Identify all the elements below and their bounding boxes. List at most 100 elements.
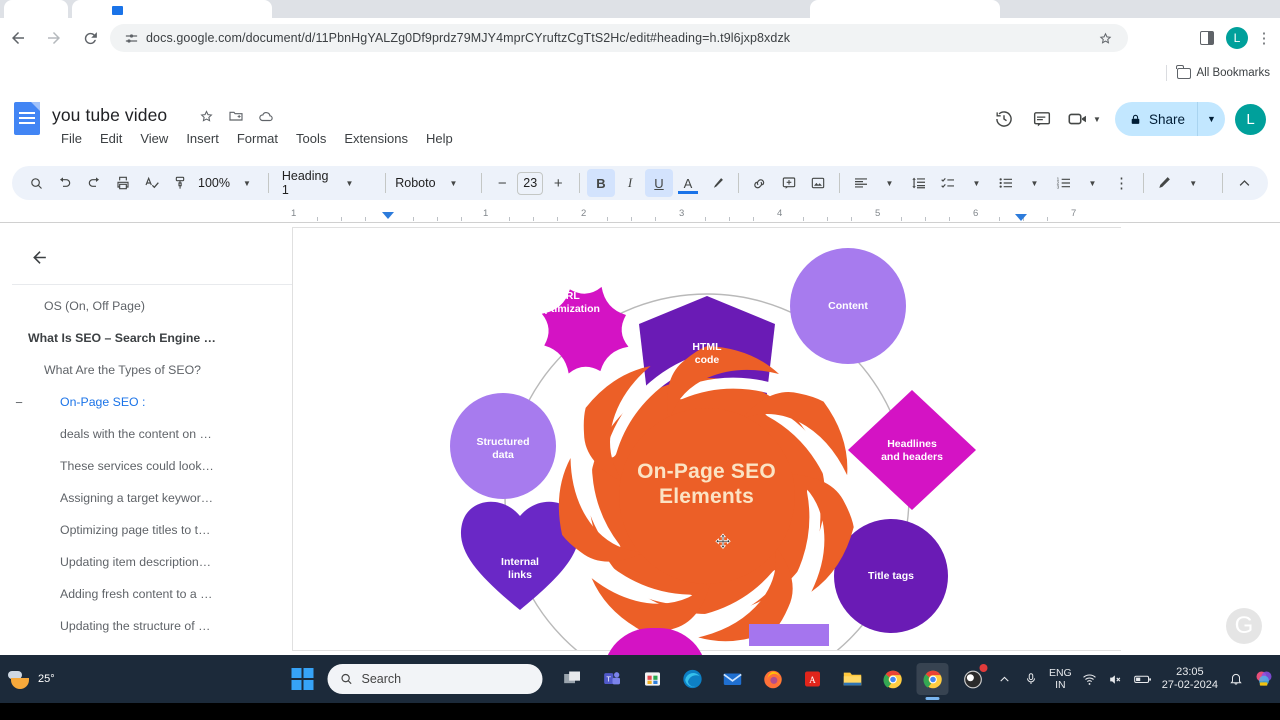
outline-item[interactable]: Assigning a target keywor… [0, 482, 293, 514]
menu-item-help[interactable]: Help [417, 128, 462, 149]
checklist-icon[interactable] [934, 169, 962, 197]
menu-item-view[interactable]: View [131, 128, 177, 149]
insert-image-icon[interactable] [804, 169, 832, 197]
star-icon[interactable] [1098, 31, 1128, 46]
redo-icon[interactable] [80, 169, 108, 197]
microsoft-store-icon[interactable] [637, 663, 669, 695]
url-bar[interactable]: docs.google.com/document/d/11PbnHgYALZg0… [110, 24, 1128, 52]
video-camera-icon[interactable]: ▼ [1063, 102, 1105, 136]
chevron-down-icon[interactable]: ▼ [1079, 169, 1107, 197]
align-left-icon[interactable] [847, 169, 875, 197]
collapse-icon[interactable]: − [12, 395, 26, 410]
move-to-folder-icon[interactable] [228, 108, 244, 124]
outline-back-icon[interactable] [24, 242, 54, 272]
back-arrow-icon[interactable] [6, 26, 30, 50]
obs-studio-icon[interactable] [957, 663, 989, 695]
zoom-level[interactable]: 100% [196, 169, 232, 197]
menu-item-insert[interactable]: Insert [177, 128, 228, 149]
chevron-down-icon[interactable]: ▼ [1021, 169, 1049, 197]
avatar[interactable]: L [1224, 25, 1250, 51]
share-dropdown-button[interactable]: ▼ [1197, 102, 1225, 136]
avatar[interactable]: L [1235, 103, 1266, 135]
wifi-icon[interactable] [1082, 672, 1098, 687]
task-view-icon[interactable] [557, 663, 589, 695]
outline-item[interactable]: OS (On, Off Page) [0, 290, 293, 322]
print-icon[interactable] [109, 169, 137, 197]
share-button[interactable]: Share [1114, 102, 1197, 136]
kebab-menu-icon[interactable]: ⋮ [1254, 25, 1274, 51]
battery-icon[interactable] [1133, 672, 1152, 686]
firefox-icon[interactable] [757, 663, 789, 695]
volume-muted-icon[interactable] [1108, 672, 1124, 687]
italic-button[interactable]: I [616, 169, 644, 197]
outline-item[interactable]: Updating item description… [0, 546, 293, 578]
underline-button[interactable]: U [645, 169, 673, 197]
add-comment-icon[interactable] [775, 169, 803, 197]
font-size-input[interactable]: 23 [517, 171, 544, 195]
comment-icon[interactable] [1025, 102, 1059, 136]
highlight-pen-icon[interactable] [703, 169, 731, 197]
all-bookmarks-button[interactable]: All Bookmarks [1165, 63, 1270, 83]
outline-item[interactable]: Updating the structure of … [0, 610, 293, 642]
chevron-down-icon[interactable]: ▼ [1179, 169, 1207, 197]
decrease-font-size-button[interactable]: − [488, 169, 516, 197]
outline-item[interactable]: What Are the Types of SEO? [0, 354, 293, 386]
outline-item[interactable]: What Is SEO – Search Engine … [0, 322, 293, 354]
numbered-list-icon[interactable]: 123 [1050, 169, 1078, 197]
outline-item[interactable]: These services could look… [0, 450, 293, 482]
bold-button[interactable]: B [587, 169, 615, 197]
bulleted-list-icon[interactable] [992, 169, 1020, 197]
sliders-icon[interactable] [118, 31, 144, 46]
file-explorer-icon[interactable] [837, 663, 869, 695]
increase-font-size-button[interactable]: + [544, 169, 572, 197]
side-panel-icon[interactable] [1194, 25, 1220, 51]
browser-tab-active[interactable] [72, 0, 272, 18]
undo-icon[interactable] [51, 169, 79, 197]
colorful-app-icon[interactable] [1254, 669, 1274, 689]
indent-marker-icon[interactable] [382, 212, 394, 219]
chevron-up-icon[interactable] [997, 673, 1013, 686]
microsoft-teams-icon[interactable]: T [597, 663, 629, 695]
indent-marker-icon[interactable] [1015, 214, 1027, 221]
bell-icon[interactable] [1228, 672, 1244, 686]
chevron-down-icon[interactable]: ▼ [876, 169, 904, 197]
microphone-icon[interactable] [1023, 672, 1039, 686]
browser-tab-inactive-2[interactable] [810, 0, 1000, 18]
insert-link-icon[interactable] [746, 169, 774, 197]
chevron-down-icon[interactable]: ▼ [440, 169, 468, 197]
line-spacing-icon[interactable] [905, 169, 933, 197]
forward-arrow-icon[interactable] [42, 26, 66, 50]
clock[interactable]: 23:05 27-02-2024 [1162, 666, 1218, 692]
chevron-up-icon[interactable] [1230, 169, 1258, 197]
cloud-saved-icon[interactable] [258, 108, 274, 124]
windows-start-icon[interactable] [291, 668, 314, 690]
search-icon[interactable] [22, 169, 50, 197]
font-family-value[interactable]: Roboto [392, 169, 438, 197]
chevron-down-icon[interactable]: ▼ [963, 169, 991, 197]
version-history-icon[interactable] [987, 102, 1021, 136]
adobe-acrobat-icon[interactable]: A [797, 663, 829, 695]
google-docs-logo-icon[interactable] [14, 102, 40, 135]
menu-item-extensions[interactable]: Extensions [335, 128, 417, 149]
document-title[interactable]: you tube video [52, 105, 167, 126]
chevron-down-icon[interactable]: ▼ [336, 169, 364, 197]
outline-item[interactable]: Adding fresh content to a … [0, 578, 293, 610]
star-icon[interactable] [198, 108, 214, 124]
microsoft-edge-icon[interactable] [677, 663, 709, 695]
outline-item[interactable]: deals with the content on … [0, 418, 293, 450]
more-options-icon[interactable]: ⋮ [1108, 169, 1136, 197]
menu-item-format[interactable]: Format [228, 128, 287, 149]
menu-item-tools[interactable]: Tools [287, 128, 335, 149]
language-indicator[interactable]: ENG IN [1049, 667, 1072, 691]
outline-item[interactable]: Optimizing page titles to t… [0, 514, 293, 546]
outline-item-on-page-seo[interactable]: − On-Page SEO : [0, 386, 293, 418]
browser-tab-inactive-1[interactable] [4, 0, 68, 18]
weather-widget[interactable]: 25° [8, 663, 78, 695]
pencil-edit-icon[interactable] [1150, 169, 1178, 197]
on-page-seo-infographic[interactable]: HTML code Content Headlines and headers … [293, 228, 1120, 676]
mail-icon[interactable] [717, 663, 749, 695]
paragraph-style-value[interactable]: Heading 1 [276, 169, 335, 197]
document-page[interactable]: HTML code Content Headlines and headers … [293, 228, 1120, 676]
google-chrome-icon[interactable] [877, 663, 909, 695]
text-color-button[interactable]: A [674, 169, 702, 197]
